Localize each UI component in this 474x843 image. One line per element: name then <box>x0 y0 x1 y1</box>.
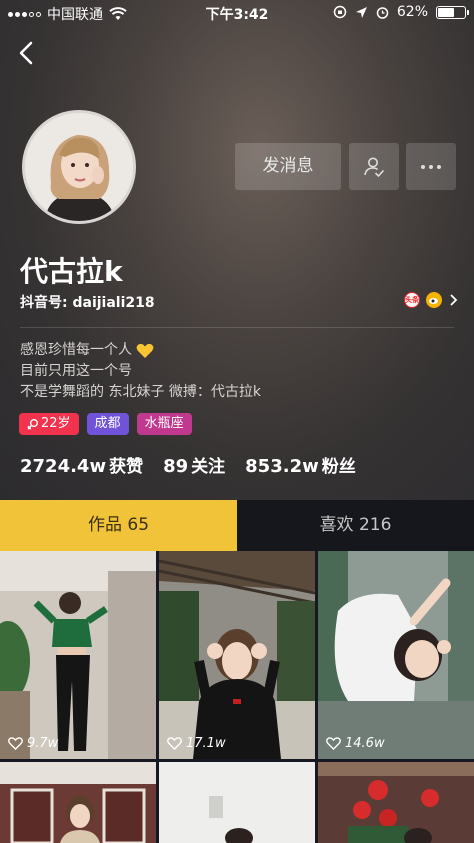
stat-value: 853.2w <box>245 456 319 477</box>
profile-stats: 2724.4w 获赞 89 关注 853.2w 粉丝 <box>20 452 356 477</box>
stat-label: 获赞 <box>109 457 144 477</box>
weibo-icon[interactable] <box>426 292 442 308</box>
battery-icon <box>436 5 469 19</box>
heart-outline-icon <box>326 737 341 750</box>
video-thumbnail[interactable]: 14.6w <box>318 551 474 759</box>
video-likes: 17.1w <box>167 736 226 751</box>
avatar[interactable] <box>22 110 136 224</box>
heart-outline-icon <box>167 737 182 750</box>
zodiac-tag: 水瓶座 <box>136 413 192 435</box>
video-thumbnail[interactable]: 17.1w <box>159 551 315 759</box>
send-message-button[interactable]: 发消息 <box>235 143 341 190</box>
bio-line-text: 感恩珍惜每一个人 <box>20 342 132 358</box>
video-thumbnail[interactable] <box>0 762 156 843</box>
following-stat[interactable]: 89 关注 <box>163 452 225 477</box>
chevron-right-icon[interactable] <box>448 293 458 307</box>
tab-likes[interactable]: 喜欢 216 <box>237 500 474 551</box>
battery-level <box>438 7 455 17</box>
likes-count: 17.1w <box>186 736 226 751</box>
nickname: 代古拉k <box>20 255 123 288</box>
chevron-left-icon <box>19 41 33 65</box>
alarm-icon <box>376 6 389 19</box>
more-button[interactable] <box>406 143 456 190</box>
bio-line: 目前只用这一个号 <box>20 363 132 379</box>
stat-label: 关注 <box>191 457 226 477</box>
bio-line: 不是学舞蹈的 东北妹子 微搏：代古拉k <box>20 384 262 400</box>
battery-percent: 62% <box>396 4 428 20</box>
followers-stat[interactable]: 853.2w 粉丝 <box>245 452 356 477</box>
yellow-heart-icon <box>136 343 154 358</box>
video-thumbnail[interactable] <box>159 762 315 843</box>
video-likes: 9.7w <box>8 736 58 751</box>
video-cover-image <box>159 551 315 759</box>
user-id: 抖音号: daijiali218 <box>20 292 155 312</box>
user-id-value: daijiali218 <box>72 295 155 311</box>
stat-value: 2724.4w <box>20 456 107 477</box>
video-cover-image <box>0 762 156 843</box>
video-thumbnail[interactable] <box>318 762 474 843</box>
back-button[interactable] <box>14 38 42 68</box>
video-cover-image <box>318 551 474 759</box>
likes-count: 9.7w <box>27 736 59 751</box>
content-tabs: 作品 65 喜欢 216 <box>0 500 474 551</box>
location-icon <box>355 6 367 18</box>
city-tag: 成都 <box>86 413 129 435</box>
video-cover-image <box>0 551 156 759</box>
orientation-lock-icon <box>333 5 347 19</box>
likes-stat: 2724.4w 获赞 <box>20 452 143 477</box>
video-cover-image <box>318 762 474 843</box>
user-check-icon <box>364 157 384 177</box>
status-bar: 中国联通 下午3:42 62% <box>0 0 474 26</box>
heart-outline-icon <box>8 737 23 750</box>
user-id-label: 抖音号: <box>20 295 68 311</box>
avatar-image <box>25 113 133 221</box>
stat-value: 89 <box>163 456 189 477</box>
toutiao-icon[interactable]: 头条 <box>404 292 420 308</box>
video-grid: 9.7w 17.1w 14.6w <box>0 551 474 843</box>
divider <box>20 327 454 328</box>
video-cover-image <box>159 762 315 843</box>
age-tag: 22岁 <box>19 413 79 435</box>
more-dots-icon <box>421 164 441 169</box>
tab-works[interactable]: 作品 65 <box>0 500 237 551</box>
profile-tags: 22岁 成都 水瓶座 <box>19 413 192 435</box>
bio: 感恩珍惜每一个人 目前只用这一个号 不是学舞蹈的 东北妹子 微搏：代古拉k <box>20 340 261 403</box>
bio-line: 感恩珍惜每一个人 <box>20 340 261 361</box>
follow-button[interactable] <box>349 143 399 190</box>
video-likes: 14.6w <box>326 736 385 751</box>
likes-count: 14.6w <box>345 736 385 751</box>
female-icon <box>27 419 38 430</box>
stat-label: 粉丝 <box>321 457 356 477</box>
age-value: 22岁 <box>41 416 71 431</box>
video-thumbnail[interactable]: 9.7w <box>0 551 156 759</box>
weibo-eye-glyph <box>429 298 438 304</box>
status-bar-right: 62% <box>333 4 469 20</box>
linked-accounts[interactable]: 头条 <box>404 292 458 308</box>
